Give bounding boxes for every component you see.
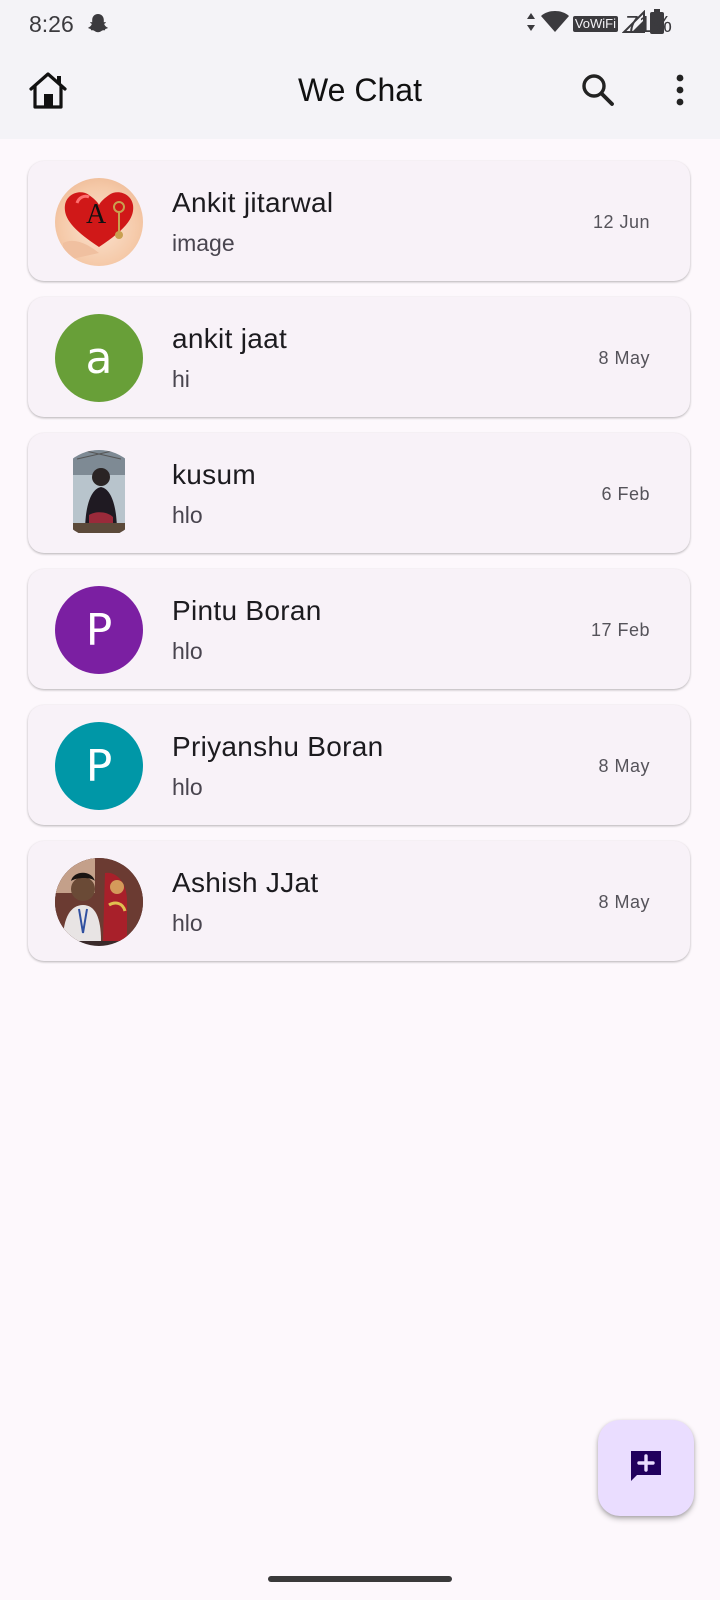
chat-item-kusum[interactable]: kusum hlo 6 Feb [28,433,690,553]
battery-percent: 71% [625,11,672,37]
avatar-letter: P [85,604,113,656]
chat-date: 8 May [598,348,650,368]
search-icon [581,73,615,112]
chat-last-message: image [172,230,235,256]
app-bar: We Chat [0,52,720,139]
chat-list: A Ankit jitarwal image 12 Jun a ankit ja… [28,161,692,977]
status-time: 8:26 [29,11,74,37]
search-button[interactable] [576,70,620,114]
avatar[interactable] [55,450,143,538]
chat-last-message: hi [172,366,190,392]
chat-item-priyanshu-boran[interactable]: P Priyanshu Boran hlo 8 May [28,705,690,825]
more-options-button[interactable] [660,70,700,114]
chat-name: Ankit jitarwal [172,187,334,218]
vowifi-badge: VoWiFi [572,16,618,32]
chat-name: Priyanshu Boran [172,731,384,762]
avatar[interactable]: P [55,586,143,674]
chat-date: 12 Jun [592,212,650,232]
chat-item-ankit-jitarwal[interactable]: A Ankit jitarwal image 12 Jun [28,161,690,281]
avatar-letter: a [85,332,113,384]
chat-date: 17 Feb [590,620,650,640]
avatar[interactable] [55,858,143,946]
chat-item-ankit-jaat[interactable]: a ankit jaat hi 8 May [28,297,690,417]
chat-name: kusum [172,459,256,490]
chat-date: 8 May [598,756,650,776]
chat-name: Pintu Boran [172,595,322,626]
gesture-nav-bar[interactable] [268,1576,452,1582]
avatar-letter: P [85,740,113,792]
avatar[interactable]: P [55,722,143,810]
chat-name: ankit jaat [172,323,288,354]
wifi-icon [540,10,569,39]
chat-date: 6 Feb [601,484,650,504]
chat-last-message: hlo [172,910,203,936]
person-photo-icon [55,450,143,538]
chat-last-message: hlo [172,502,203,528]
person-photo-icon [55,858,143,946]
snapchat-ghost-icon [86,12,110,36]
chat-item-ashish-jjat[interactable]: Ashish JJat hlo 8 May [28,841,690,961]
add-comment-icon [628,1448,664,1489]
status-bar: 8:26 VoWiFi 71% [0,0,720,52]
chat-name: Ashish JJat [172,867,319,898]
chat-last-message: hlo [172,638,203,664]
chat-date: 8 May [598,892,650,912]
svg-text:A: A [86,199,107,230]
avatar[interactable]: a [55,314,143,402]
red-heart-photo-icon: A [55,178,143,266]
new-chat-fab[interactable] [598,1420,694,1516]
chat-last-message: hlo [172,774,203,800]
data-arrows-icon [525,10,537,39]
chat-item-pintu-boran[interactable]: P Pintu Boran hlo 17 Feb [28,569,690,689]
more-vert-icon [675,74,685,111]
avatar[interactable]: A [55,178,143,266]
